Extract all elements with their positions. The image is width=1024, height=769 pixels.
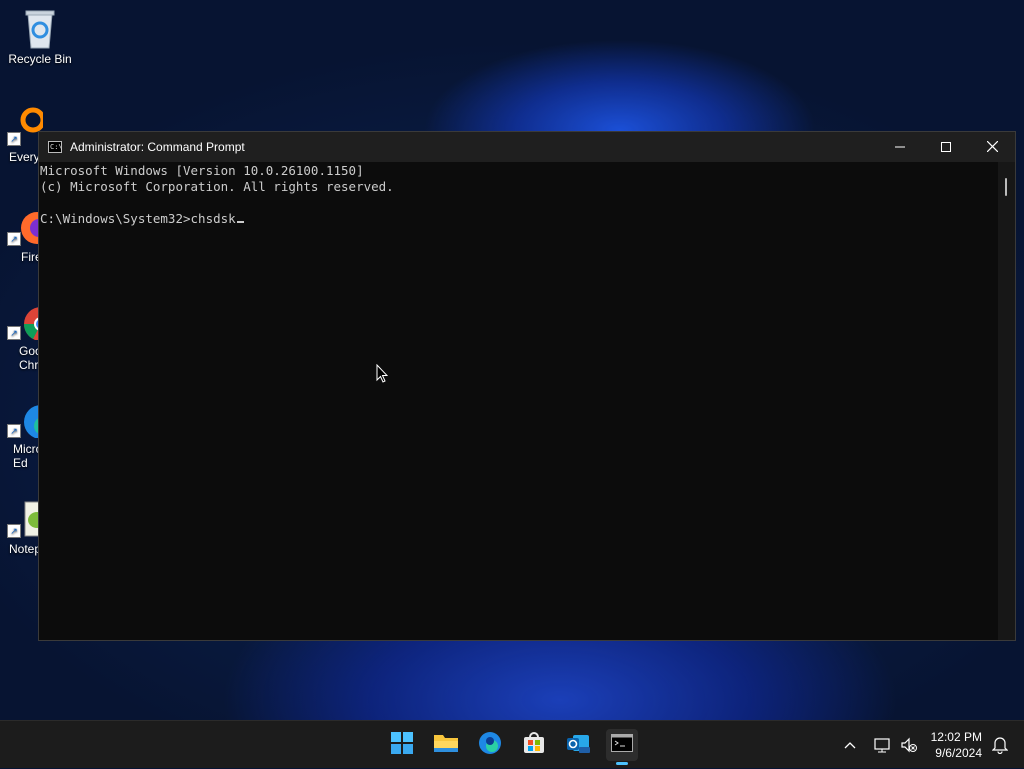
clock-date: 9/6/2024 [935, 746, 982, 760]
shortcut-arrow-icon: ↗ [7, 424, 21, 438]
close-icon [986, 139, 998, 155]
chevron-up-icon [844, 742, 856, 749]
console-line: Microsoft Windows [Version 10.0.26100.11… [40, 163, 364, 178]
clock-time: 12:02 PM [930, 730, 982, 744]
shortcut-arrow-icon: ↗ [7, 132, 21, 146]
system-tray [838, 721, 922, 769]
command-prompt-icon: C:\ [48, 141, 63, 153]
command-prompt-text: C:\Windows\System32>chsdsk [40, 211, 236, 226]
maximize-button[interactable] [923, 132, 969, 162]
command-prompt-window[interactable]: C:\ Administrator: Command Prompt Micros… [38, 131, 1016, 641]
outlook-icon [565, 731, 591, 760]
desktop-icon-label: Recycle Bin [8, 52, 72, 66]
bell-icon [991, 737, 1009, 755]
taskbar: 12:02 PM 9/6/2024 [0, 720, 1024, 768]
edge-icon [478, 731, 502, 760]
minimize-icon [895, 139, 905, 155]
shortcut-arrow-icon: ↗ [7, 326, 21, 340]
start-button[interactable] [386, 729, 418, 761]
maximize-icon [941, 139, 951, 155]
show-hidden-icons-button[interactable] [838, 741, 862, 749]
taskbar-file-explorer[interactable] [430, 729, 462, 761]
close-button[interactable] [969, 132, 1015, 162]
network-icon[interactable] [870, 737, 896, 753]
windows-start-icon [391, 731, 413, 759]
window-title: Administrator: Command Prompt [70, 140, 245, 154]
mouse-pointer-icon [376, 363, 389, 384]
terminal-icon [611, 733, 633, 757]
console-line: (c) Microsoft Corporation. All rights re… [40, 179, 394, 194]
taskbar-edge[interactable] [474, 729, 506, 761]
taskbar-store[interactable] [518, 729, 550, 761]
notification-button[interactable] [991, 736, 1009, 759]
text-cursor [236, 221, 244, 223]
shortcut-arrow-icon: ↗ [7, 524, 21, 538]
active-app-indicator [616, 762, 628, 765]
store-icon [522, 731, 546, 760]
recycle-bin-icon [22, 8, 58, 49]
minimize-button[interactable] [877, 132, 923, 162]
console-output[interactable]: Microsoft Windows [Version 10.0.26100.11… [39, 162, 998, 640]
volume-muted-icon[interactable] [896, 737, 922, 753]
taskbar-terminal[interactable] [606, 729, 638, 765]
title-bar[interactable]: C:\ Administrator: Command Prompt [39, 132, 1015, 162]
desktop-icon-recycle-bin[interactable]: Recycle Bin [0, 8, 80, 66]
scrollbar-thumb[interactable] [1005, 178, 1007, 196]
file-explorer-icon [433, 732, 459, 759]
taskbar-clock[interactable]: 12:02 PM 9/6/2024 [931, 729, 982, 761]
taskbar-outlook[interactable] [562, 729, 594, 761]
shortcut-arrow-icon: ↗ [7, 232, 21, 246]
command-line[interactable]: C:\Windows\System32>chsdsk [40, 211, 998, 227]
vertical-scrollbar[interactable] [998, 162, 1015, 640]
